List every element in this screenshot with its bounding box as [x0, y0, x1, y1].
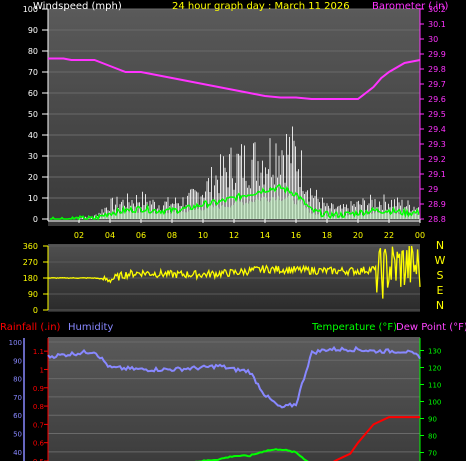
chart-title: 24 hour graph day : March 11 2026: [172, 1, 350, 12]
temperature-tick-label: 100: [428, 399, 441, 407]
direction-tick-label: 180: [23, 274, 38, 283]
barometer-tick-label: 29.4: [428, 125, 446, 134]
rainfall-tick-label: 0.7: [33, 421, 44, 429]
compass-label: N: [436, 239, 444, 252]
barometer-tick-label: 29.8: [428, 65, 446, 74]
wind-tick-label: 40: [28, 131, 38, 140]
time-tick-label: 16: [291, 231, 301, 240]
wind-tick-label: 90: [28, 26, 38, 35]
barometer-tick-label: 30: [428, 35, 438, 44]
direction-tick-label: 270: [23, 258, 38, 267]
humidity-tick-label: 70: [13, 394, 22, 402]
wind-tick-label: 60: [28, 89, 38, 98]
barometer-axis: 28.8 28.9 29 29.1 29.2 29.3 29.4 29.5 29.6 29.7 29…: [419, 5, 446, 224]
temperature-tick-label: 80: [428, 433, 437, 441]
temperature-label: Temperature (°F): [311, 322, 397, 333]
time-tick-label: 06: [136, 231, 146, 240]
wind-tick-label: 20: [28, 173, 38, 182]
temperature-tick-label: 120: [428, 365, 441, 373]
direction-tick-label: 0: [33, 306, 38, 315]
compass-label: S: [437, 269, 444, 282]
humidity-tick-label: 80: [13, 376, 22, 384]
wind-tick-label: 50: [28, 110, 38, 119]
time-tick-label: 14: [260, 231, 270, 240]
time-tick-label: 08: [167, 231, 177, 240]
barometer-tick-label: 29.2: [428, 155, 446, 164]
wind-tick-label: 70: [28, 68, 38, 77]
barometer-tick-label: 29.5: [428, 110, 446, 119]
barometer-tick-label: 29: [428, 185, 438, 194]
rainfall-label: Rainfall (.in): [0, 322, 61, 333]
direction-tick-label: 360: [23, 242, 38, 251]
barometer-tick-label: 28.8: [428, 215, 446, 224]
rain-panel-background: [48, 337, 420, 461]
barometer-tick-label: 29.3: [428, 140, 446, 149]
time-tick-label: 22: [384, 231, 394, 240]
wind-tick-label: 0: [33, 215, 38, 224]
barometer-label: Barometer (.in): [372, 1, 448, 12]
barometer-tick-label: 29.7: [428, 80, 446, 89]
wind-tick-label: 10: [28, 194, 38, 203]
time-tick-label: 20: [353, 231, 363, 240]
time-tick-label: 00: [415, 231, 425, 240]
direction-tick-label: 90: [28, 290, 38, 299]
windspeed-label: Windspeed (mph): [33, 1, 122, 12]
barometer-tick-label: 29.6: [428, 95, 446, 104]
barometer-tick-label: 29.1: [428, 170, 446, 179]
temperature-axis: 70 80 90 100 110 120 130: [419, 338, 441, 461]
time-tick-label: 02: [74, 231, 84, 240]
barometer-tick-label: 28.9: [428, 200, 446, 209]
humidity-tick-label: 90: [13, 357, 22, 365]
direction-axis: 360 270 180 90 0: [23, 242, 49, 315]
time-tick-label: 10: [198, 231, 208, 240]
time-tick-label: 18: [322, 231, 332, 240]
weather-graph: 0102030405060708090100 28.828.92929.129.…: [0, 1, 466, 461]
compass-label: E: [437, 284, 444, 297]
rainfall-tick-label: 0.6: [33, 440, 45, 448]
rainfall-tick-label: 1.1: [33, 348, 44, 356]
rainfall-tick-label: 0.9: [33, 385, 44, 393]
temperature-tick-label: 70: [428, 450, 437, 458]
compass-label: N: [436, 299, 444, 312]
humidity-tick-label: 50: [13, 431, 22, 439]
barometer-tick-label: 30.1: [428, 20, 446, 29]
humidity-label: Humidity: [68, 322, 113, 333]
temperature-tick-label: 110: [428, 382, 441, 390]
temperature-tick-label: 90: [428, 416, 437, 424]
wind-tick-label: 80: [28, 47, 38, 56]
dewpoint-label: Dew Point (°F): [396, 322, 466, 333]
time-tick-label: 04: [105, 231, 115, 240]
time-tick-label: 12: [229, 231, 239, 240]
barometer-tick-label: 29.9: [428, 50, 446, 59]
humidity-tick-label: 100: [9, 339, 22, 347]
compass-label: W: [435, 254, 446, 267]
wind-tick-label: 30: [28, 152, 38, 161]
rainfall-axis: 0.50.60.70.80.911.1: [33, 338, 49, 461]
humidity-tick-label: 40: [13, 449, 22, 457]
temperature-tick-label: 130: [428, 348, 441, 356]
rainfall-tick-label: 0.8: [33, 403, 44, 411]
humidity-axis: 40 50 60 70 80 90 100: [9, 338, 25, 461]
rainfall-tick-label: 1: [40, 366, 44, 374]
windspeed-axis: 0102030405060708090100: [23, 5, 49, 224]
compass-labels: NWSEN: [435, 239, 446, 312]
humidity-tick-label: 60: [13, 412, 22, 420]
